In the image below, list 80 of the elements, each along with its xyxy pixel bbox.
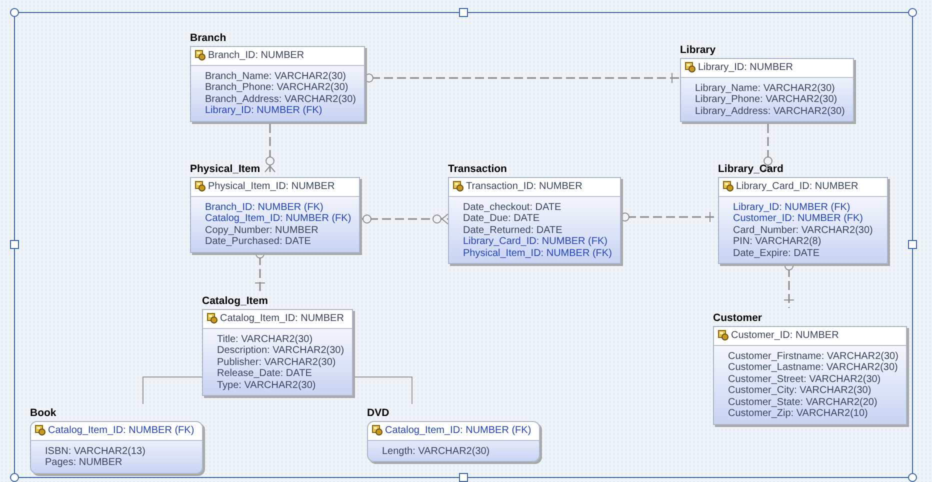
attribute: Library_Address: VARCHAR2(30) bbox=[695, 106, 845, 117]
resize-handle[interactable] bbox=[908, 473, 917, 482]
attribute: Date_Purchased: DATE bbox=[205, 236, 311, 248]
key-icon bbox=[372, 425, 383, 436]
attribute: Length: VARCHAR2(30) bbox=[382, 446, 490, 457]
key-icon bbox=[718, 330, 729, 342]
entity-name: Book bbox=[30, 407, 56, 419]
attribute: Customer_ID: NUMBER (FK) bbox=[733, 213, 864, 224]
primary-key-attribute: Transaction_ID: NUMBER bbox=[466, 181, 582, 192]
entity-box[interactable]: Library_ID: NUMBER Library_Name: VARCHAR2(30) Library_Phone: VARCHAR2(30) Library_Address: VARCHAR2(30) bbox=[680, 58, 854, 122]
primary-key-attribute: Library_Card_ID: NUMBER bbox=[736, 181, 858, 192]
inheritance-line bbox=[142, 376, 202, 404]
attribute: Card_Number: VARCHAR2(30) bbox=[733, 224, 873, 236]
attribute: Customer_Firstname: VARCHAR2(30) bbox=[728, 350, 898, 362]
resize-handle[interactable] bbox=[459, 473, 468, 482]
attribute: Description: VARCHAR2(30) bbox=[217, 345, 344, 356]
attribute: Pages: NUMBER bbox=[45, 457, 122, 468]
attribute: Library_ID: NUMBER (FK) bbox=[205, 105, 322, 116]
attribute: Date_Returned: DATE bbox=[463, 224, 562, 236]
attribute: Library_Phone: VARCHAR2(30) bbox=[695, 94, 838, 106]
entity-box[interactable]: Catalog_Item_ID: NUMBER (FK) ISBN: VARCHAR2(13) Pages: NUMBER bbox=[30, 421, 204, 474]
primary-key-attribute: Catalog_Item_ID: NUMBER bbox=[220, 313, 344, 324]
attribute: Customer_Lastname: VARCHAR2(30) bbox=[728, 362, 898, 374]
primary-key-attribute: Catalog_Item_ID: NUMBER (FK) bbox=[385, 425, 532, 436]
entity-name: Catalog_Item bbox=[202, 295, 268, 307]
entity-name: Library bbox=[680, 44, 716, 56]
key-icon bbox=[723, 181, 734, 192]
attribute: PIN: VARCHAR2(8) bbox=[733, 236, 822, 248]
attribute: Customer_State: VARCHAR2(20) bbox=[728, 396, 878, 408]
entity-name: Customer bbox=[713, 312, 762, 324]
key-icon bbox=[35, 425, 46, 436]
resize-handle[interactable] bbox=[459, 8, 468, 17]
attribute: Branch_Address: VARCHAR2(30) bbox=[205, 94, 356, 105]
entity-name: Library_Card bbox=[718, 163, 784, 175]
attribute: Library_ID: NUMBER (FK) bbox=[733, 202, 850, 213]
attribute: Type: VARCHAR2(30) bbox=[217, 380, 316, 391]
resize-handle[interactable] bbox=[908, 240, 917, 249]
entity-name: Branch bbox=[190, 32, 226, 44]
attribute: Branch_ID: NUMBER (FK) bbox=[205, 202, 324, 213]
entity-box[interactable]: Catalog_Item_ID: NUMBER Title: VARCHAR2(30) Description: VARCHAR2(30) Publisher: VARCHAR2(30) Release_Date: DATE Type: VARCHAR2(30) bbox=[202, 309, 354, 396]
key-icon bbox=[207, 313, 218, 324]
attribute: Branch_Name: VARCHAR2(30) bbox=[205, 70, 346, 82]
primary-key-attribute: Catalog_Item_ID: NUMBER (FK) bbox=[48, 425, 194, 436]
resize-handle[interactable] bbox=[10, 240, 19, 249]
attribute: Title: VARCHAR2(30) bbox=[217, 334, 313, 345]
primary-key-attribute: Branch_ID: NUMBER bbox=[208, 50, 304, 62]
entity-box[interactable]: Transaction_ID: NUMBER Date_checkout: DATE Date_Due: DATE Date_Returned: DATE Library_Card_ID: NUMBER (FK) Physical_Item_ID: NUMBER (FK) bbox=[448, 177, 621, 264]
attribute: Branch_Phone: VARCHAR2(30) bbox=[205, 82, 348, 94]
resize-handle[interactable] bbox=[908, 8, 917, 17]
entity-name: Transaction bbox=[448, 163, 507, 175]
entity-box[interactable]: Branch_ID: NUMBER Branch_Name: VARCHAR2(30) Branch_Phone: VARCHAR2(30) Branch_Address: VARCHAR2(30) Library_ID: NUMBER (FK) bbox=[190, 46, 365, 122]
attribute: Library_Card_ID: NUMBER (FK) bbox=[463, 236, 608, 248]
attribute: Copy_Number: NUMBER bbox=[205, 224, 318, 236]
primary-key-attribute: Customer_ID: NUMBER bbox=[731, 330, 839, 342]
key-icon bbox=[685, 62, 696, 74]
attribute: Physical_Item_ID: NUMBER (FK) bbox=[463, 248, 612, 259]
key-icon bbox=[195, 181, 206, 192]
attribute: Publisher: VARCHAR2(30) bbox=[217, 356, 336, 368]
primary-key-attribute: Physical_Item_ID: NUMBER bbox=[208, 181, 335, 192]
attribute: Release_Date: DATE bbox=[217, 368, 312, 380]
attribute: Catalog_Item_ID: NUMBER (FK) bbox=[205, 213, 352, 224]
attribute: Customer_City: VARCHAR2(30) bbox=[728, 385, 872, 396]
attribute: Library_Name: VARCHAR2(30) bbox=[695, 82, 835, 94]
entity-name: Physical_Item bbox=[190, 163, 260, 175]
key-icon bbox=[453, 181, 464, 192]
entity-box[interactable]: Catalog_Item_ID: NUMBER (FK) Length: VARCHAR2(30) bbox=[367, 421, 540, 462]
resize-handle[interactable] bbox=[10, 473, 19, 482]
attribute: Customer_Zip: VARCHAR2(10) bbox=[728, 408, 868, 420]
key-icon bbox=[195, 50, 206, 62]
attribute: Date_checkout: DATE bbox=[463, 202, 562, 213]
entity-box[interactable]: Library_Card_ID: NUMBER Library_ID: NUMBER (FK) Customer_ID: NUMBER (FK) Card_Number: VARCHAR2(30) PIN: VARCHAR2(8) Date_Expire: DATE bbox=[718, 177, 888, 264]
attribute: Customer_Street: VARCHAR2(30) bbox=[728, 374, 881, 385]
entity-name: DVD bbox=[367, 407, 390, 419]
primary-key-attribute: Library_ID: NUMBER bbox=[698, 62, 794, 74]
entity-box[interactable]: Customer_ID: NUMBER Customer_Firstname: VARCHAR2(30) Customer_Lastname: VARCHAR2(30) Customer_Street: VARCHAR2(30) Customer_City: VARCHAR2(30) Customer_State: VARCHAR2(20) Customer_Zip: VARCHAR2(10) bbox=[713, 326, 908, 424]
attribute: Date_Due: DATE bbox=[463, 213, 540, 224]
resize-handle[interactable] bbox=[10, 8, 19, 17]
attribute: Date_Expire: DATE bbox=[733, 248, 820, 259]
attribute: ISBN: VARCHAR2(13) bbox=[45, 446, 146, 457]
entity-box[interactable]: Physical_Item_ID: NUMBER Branch_ID: NUMBER (FK) Catalog_Item_ID: NUMBER (FK) Copy_Number: NUMBER Date_Purchased: DATE bbox=[190, 177, 360, 252]
